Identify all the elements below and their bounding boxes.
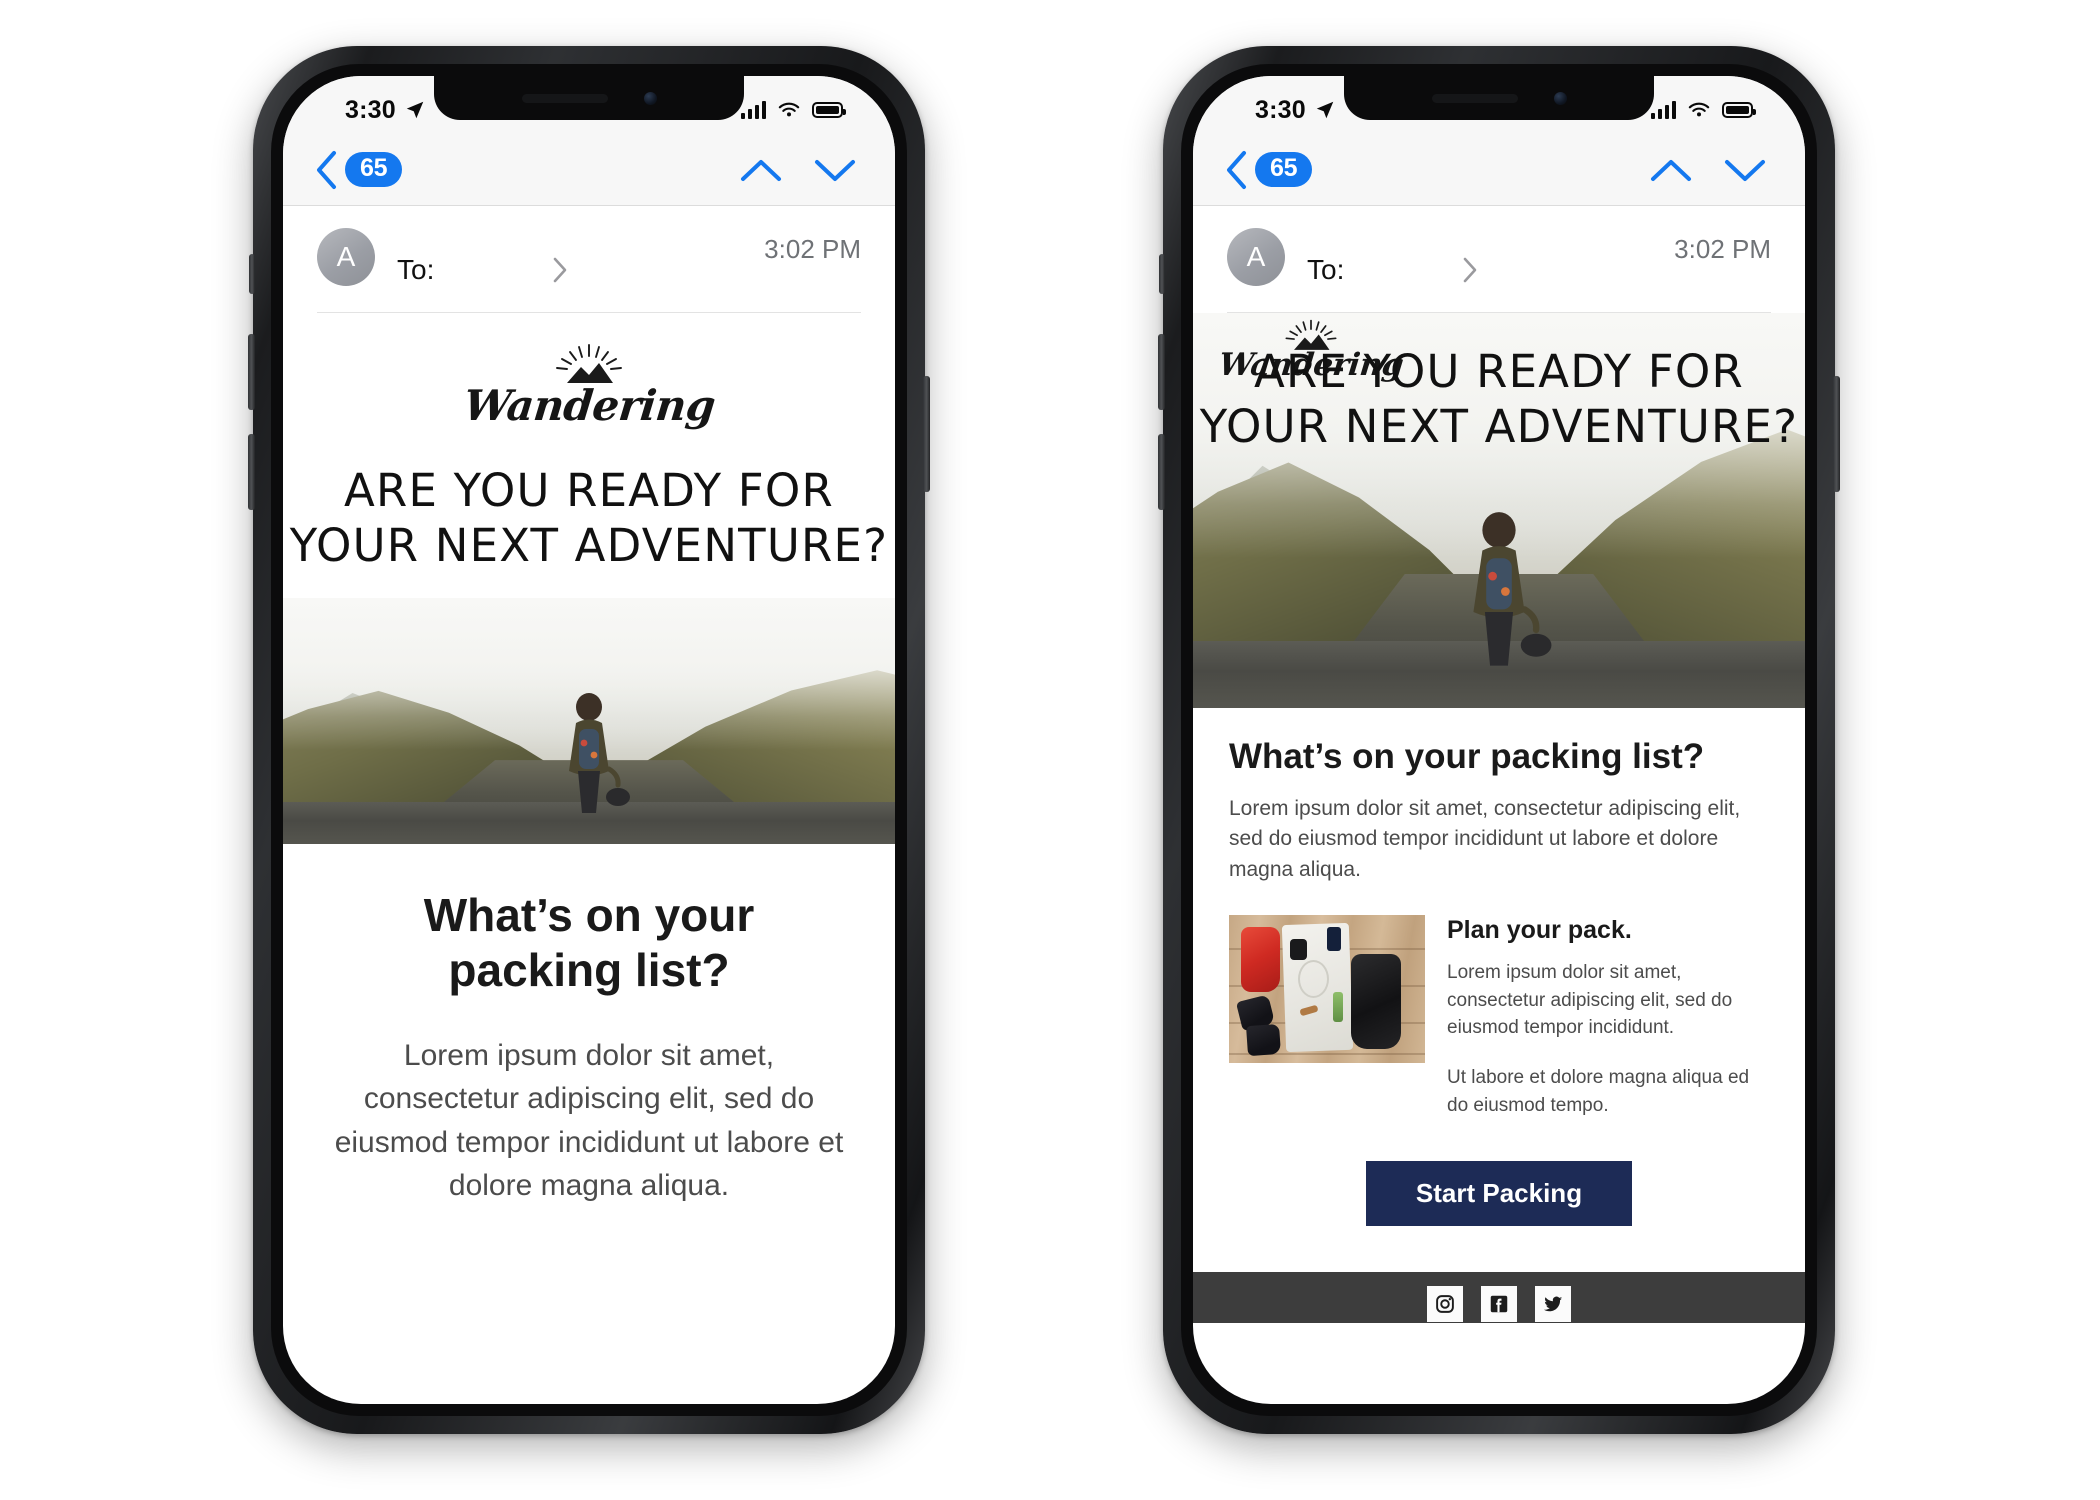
wifi-icon bbox=[1688, 102, 1710, 117]
product-image bbox=[1229, 915, 1425, 1064]
feature-title: Plan your pack. bbox=[1447, 916, 1632, 945]
notch-left bbox=[434, 76, 744, 120]
unread-count-badge[interactable]: 65 bbox=[345, 152, 403, 187]
section-title: What’s on your packing list? bbox=[1229, 737, 1705, 776]
mute-switch[interactable] bbox=[249, 254, 255, 294]
volume-up-button[interactable] bbox=[248, 334, 255, 410]
section-title-line-2: packing list? bbox=[448, 943, 730, 996]
headline-line-1: ARE YOU READY FOR bbox=[1254, 345, 1744, 398]
chevron-right-icon[interactable] bbox=[552, 256, 568, 284]
unread-count-badge[interactable]: 65 bbox=[1255, 152, 1313, 187]
chevron-down-icon[interactable] bbox=[813, 155, 857, 185]
feature-body-2: Ut labore et dolore magna aliqua ed do e… bbox=[1447, 1066, 1750, 1116]
avatar: A bbox=[1227, 228, 1285, 286]
earpiece-speaker-icon bbox=[1431, 93, 1518, 103]
phone-bezel-right: 3:30 65 A To: 3:02 PM Wandering ARE YOU … bbox=[1181, 64, 1817, 1416]
volume-up-button[interactable] bbox=[1158, 334, 1165, 410]
volume-down-button[interactable] bbox=[248, 434, 255, 510]
mail-toolbar-left: 65 bbox=[283, 134, 895, 206]
chevron-left-icon[interactable] bbox=[313, 148, 339, 192]
mute-switch[interactable] bbox=[1159, 254, 1165, 294]
notch-right bbox=[1344, 76, 1654, 120]
hero-image bbox=[283, 597, 895, 844]
screenshot-canvas: 3:30 65 A To: 3:02 PM Wandering ARE YOU … bbox=[0, 0, 2100, 1500]
battery-icon bbox=[812, 102, 846, 118]
headline-line-1: ARE YOU READY FOR bbox=[344, 464, 834, 517]
chevron-up-icon[interactable] bbox=[1649, 155, 1693, 185]
phone-screen-right: 3:30 65 A To: 3:02 PM Wandering ARE YOU … bbox=[1193, 76, 1805, 1404]
recipient-label: To: bbox=[397, 254, 435, 285]
brand-name: Wandering bbox=[461, 381, 717, 430]
phone-device-right: 3:30 65 A To: 3:02 PM Wandering ARE YOU … bbox=[1158, 46, 1840, 1434]
hiker-figure-icon bbox=[569, 692, 630, 813]
front-camera-icon bbox=[643, 91, 657, 105]
battery-icon bbox=[1722, 102, 1756, 118]
phone-device-left: 3:30 65 A To: 3:02 PM Wandering ARE YOU … bbox=[248, 46, 930, 1434]
cellular-bars-icon bbox=[741, 101, 766, 119]
chevron-left-icon[interactable] bbox=[1223, 148, 1249, 192]
mail-toolbar-right: 65 bbox=[1193, 134, 1805, 206]
feature-body-1: Lorem ipsum dolor sit amet, consectetur … bbox=[1447, 962, 1733, 1039]
mail-header-right: A To: 3:02 PM bbox=[1193, 206, 1805, 313]
earpiece-speaker-icon bbox=[521, 93, 608, 103]
status-time: 3:30 bbox=[1255, 95, 1306, 124]
twitter-icon[interactable] bbox=[1535, 1286, 1571, 1323]
chevron-up-icon[interactable] bbox=[739, 155, 783, 185]
brand-logo-left: Wandering bbox=[283, 343, 895, 430]
mail-header-left: A To: 3:02 PM bbox=[283, 206, 895, 313]
email-content-right: Wandering ARE YOU READY FOR YOUR NEXT AD… bbox=[1193, 313, 1805, 1323]
message-timestamp: 3:02 PM bbox=[764, 234, 861, 264]
location-arrow-icon bbox=[406, 101, 424, 119]
cellular-bars-icon bbox=[1651, 101, 1676, 119]
avatar: A bbox=[317, 228, 375, 286]
wifi-icon bbox=[778, 102, 800, 117]
section-title-line-1: What’s on your bbox=[423, 888, 755, 941]
chevron-down-icon[interactable] bbox=[1723, 155, 1767, 185]
location-arrow-icon bbox=[1316, 101, 1334, 119]
recipient-label: To: bbox=[1307, 254, 1345, 285]
phone-screen-left: 3:30 65 A To: 3:02 PM Wandering ARE YOU … bbox=[283, 76, 895, 1404]
facebook-icon[interactable] bbox=[1481, 1286, 1517, 1323]
email-content-left: Wandering ARE YOU READY FOR YOUR NEXT AD… bbox=[283, 313, 895, 1218]
phone-bezel-left: 3:30 65 A To: 3:02 PM Wandering ARE YOU … bbox=[271, 64, 907, 1416]
chevron-right-icon[interactable] bbox=[1462, 256, 1478, 284]
start-packing-button[interactable]: Start Packing bbox=[1366, 1161, 1632, 1227]
front-camera-icon bbox=[1553, 91, 1567, 105]
hiker-figure-icon bbox=[1473, 512, 1552, 666]
section-body: Lorem ipsum dolor sit amet, consectetur … bbox=[334, 1039, 844, 1202]
power-button[interactable] bbox=[1833, 376, 1840, 492]
instagram-icon[interactable] bbox=[1427, 1286, 1463, 1323]
headline-line-2: YOUR NEXT ADVENTURE? bbox=[1199, 399, 1799, 453]
status-time: 3:30 bbox=[345, 95, 396, 124]
headline-line-2: YOUR NEXT ADVENTURE? bbox=[289, 518, 889, 572]
social-bar bbox=[1193, 1272, 1805, 1323]
volume-down-button[interactable] bbox=[1158, 434, 1165, 510]
message-timestamp: 3:02 PM bbox=[1674, 234, 1771, 264]
hero-image: Wandering ARE YOU READY FOR YOUR NEXT AD… bbox=[1193, 313, 1805, 708]
section-body: Lorem ipsum dolor sit amet, consectetur … bbox=[1229, 797, 1741, 881]
power-button[interactable] bbox=[923, 376, 930, 492]
